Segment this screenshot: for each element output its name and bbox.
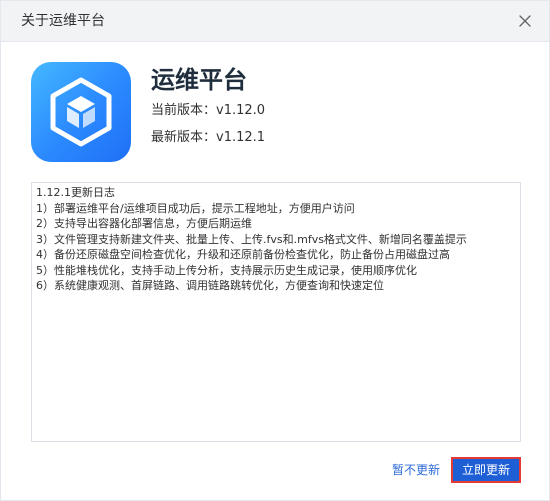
cube-logo-icon xyxy=(31,62,131,162)
changelog-line: 3）文件管理支持新建文件夹、批量上传、上传.fvs和.mfvs格式文件、新增同名… xyxy=(36,232,467,246)
close-icon[interactable] xyxy=(515,11,535,31)
dialog-title: 关于运维平台 xyxy=(21,13,105,29)
latest-version: 最新版本：v1.12.1 xyxy=(151,130,266,145)
app-name: 运维平台 xyxy=(151,66,247,94)
current-version: 当前版本：v1.12.0 xyxy=(151,103,266,118)
changelog-line: 4）备份还原磁盘空间检查优化，升级和还原前备份检查优化，防止备份占用磁盘过高 xyxy=(36,248,450,261)
changelog-textarea[interactable]: 1.12.1更新日志 1）部署运维平台/运维项目成功后，提示工程地址，方便用户访… xyxy=(31,182,521,442)
update-now-button[interactable]: 立即更新 xyxy=(451,457,521,483)
skip-update-button[interactable]: 暂不更新 xyxy=(392,461,440,479)
about-dialog: 关于运维平台 运维平台 当前版本：v1.12.0 最新版本：v1.12.1 1.… xyxy=(0,0,550,501)
changelog-line: 2）支持导出容器化部署信息，方便后期运维 xyxy=(36,217,252,230)
changelog-line: 6）系统健康观测、首屏链路、调用链路跳转优化，方便查询和快速定位 xyxy=(36,279,384,292)
changelog-line: 1.12.1更新日志 xyxy=(36,186,115,199)
dialog-titlebar: 关于运维平台 xyxy=(1,1,549,42)
changelog-line: 5）性能堆栈优化，支持手动上传分析，支持展示历史生成记录，使用顺序优化 xyxy=(36,263,417,277)
changelog-line: 1）部署运维平台/运维项目成功后，提示工程地址，方便用户访问 xyxy=(36,201,355,215)
